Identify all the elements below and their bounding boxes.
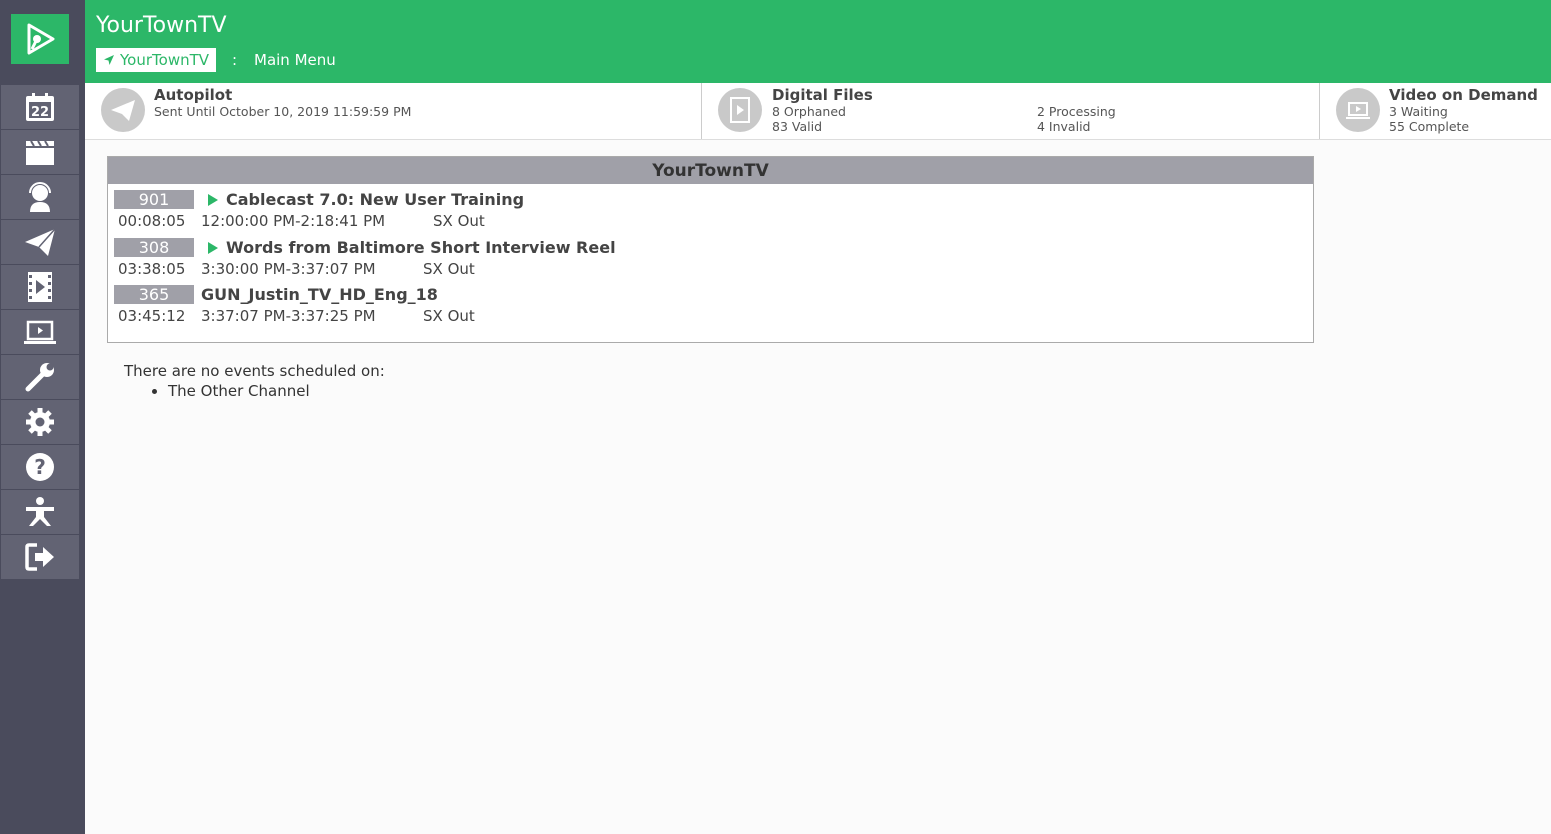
laptop-play-icon (24, 320, 56, 344)
vod-waiting: 3 Waiting (1389, 104, 1448, 119)
svg-text:?: ? (34, 455, 46, 479)
no-events-channel-list: The Other Channel (124, 382, 385, 400)
no-events-channel: The Other Channel (168, 382, 385, 400)
event-title: GUN_Justin_TV_HD_Eng_18 (201, 285, 438, 304)
vod-title: Video on Demand (1389, 86, 1538, 104)
sidebar-item-vod[interactable] (1, 310, 79, 354)
breadcrumb-current: Main Menu (254, 51, 336, 69)
event-title-link[interactable]: GUN_Justin_TV_HD_Eng_18 (201, 285, 438, 304)
sidebar-item-admin[interactable] (1, 490, 79, 534)
help-icon: ? (26, 453, 54, 481)
digital-files-status-icon (718, 88, 762, 132)
event-number: 308 (114, 238, 194, 257)
calendar-day: 22 (31, 105, 49, 120)
wrench-icon (25, 363, 54, 392)
channel-name: YourTownTV (108, 157, 1313, 184)
event-duration: 03:38:05 (118, 260, 186, 278)
vod-complete: 55 Complete (1389, 119, 1470, 134)
film-play-icon (730, 97, 750, 123)
headset-user-icon (29, 182, 51, 212)
sidebar-item-sign-out[interactable] (1, 535, 79, 579)
digital-files-title: Digital Files (772, 86, 873, 104)
sidebar-item-digital-files[interactable] (1, 265, 79, 309)
play-logo-icon (27, 23, 55, 55)
breadcrumb-separator: : (232, 51, 238, 69)
digital-files-valid: 83 Valid (772, 119, 822, 134)
admin-person-icon (26, 497, 54, 526)
event-number: 901 (114, 190, 194, 209)
event-title: Words from Baltimore Short Interview Ree… (226, 238, 616, 257)
sidebar-nav: 22 ? (1, 85, 79, 580)
breadcrumb-home[interactable]: YourTownTV (96, 48, 217, 72)
film-play-icon (28, 272, 52, 302)
calendar-icon: 22 (26, 93, 54, 121)
sidebar-item-shows[interactable] (1, 130, 79, 174)
laptop-play-icon (1346, 102, 1370, 119)
event-number: 365 (114, 285, 194, 304)
event-title-link[interactable]: Words from Baltimore Short Interview Ree… (208, 238, 616, 257)
event-time-range: 3:37:07 PM-3:37:25 PM (201, 307, 376, 325)
location-arrow-icon (104, 55, 114, 65)
gear-icon (26, 408, 54, 436)
sidebar: 22 ? (0, 0, 85, 834)
breadcrumb-home-label: YourTownTV (120, 51, 210, 69)
sidebar-item-schedule[interactable]: 22 (1, 85, 79, 129)
event-duration: 00:08:05 (118, 212, 186, 230)
sidebar-item-tools[interactable] (1, 355, 79, 399)
paper-plane-icon (111, 100, 135, 121)
event-time-range: 3:30:00 PM-3:37:07 PM (201, 260, 376, 278)
event-duration: 03:45:12 (118, 307, 186, 325)
event-title: Cablecast 7.0: New User Training (226, 190, 525, 209)
clapperboard-icon (26, 140, 54, 165)
digital-files-orphaned: 8 Orphaned (772, 104, 846, 119)
paper-plane-icon (25, 228, 56, 256)
sidebar-item-support[interactable] (1, 175, 79, 219)
app-logo[interactable] (11, 14, 69, 64)
play-icon (208, 241, 218, 254)
sign-out-icon (25, 543, 54, 571)
play-icon (208, 193, 218, 206)
event-output: SX Out (423, 307, 475, 325)
channel-schedule: YourTownTV 901 Cablecast 7.0: New User T… (107, 156, 1314, 343)
event-time-range: 12:00:00 PM-2:18:41 PM (201, 212, 386, 230)
vod-status-icon (1336, 88, 1380, 132)
vod-panel[interactable]: Video on Demand 3 Waiting 55 Complete (1320, 83, 1551, 139)
event-title-link[interactable]: Cablecast 7.0: New User Training (208, 190, 524, 209)
digital-files-processing: 2 Processing (1037, 104, 1116, 119)
no-events-message: There are no events scheduled on: (124, 362, 385, 380)
autopilot-panel[interactable]: Autopilot Sent Until October 10, 2019 11… (85, 83, 701, 139)
autopilot-sent-until: Sent Until October 10, 2019 11:59:59 PM (154, 104, 412, 119)
digital-files-panel[interactable]: Digital Files 8 Orphaned 83 Valid 2 Proc… (702, 83, 1319, 139)
sidebar-item-help[interactable]: ? (1, 445, 79, 489)
sidebar-item-autopilot[interactable] (1, 220, 79, 264)
event-output: SX Out (433, 212, 485, 230)
app-title: YourTownTV (96, 13, 227, 38)
status-bar: Autopilot Sent Until October 10, 2019 11… (85, 83, 1551, 140)
sidebar-item-settings[interactable] (1, 400, 79, 444)
autopilot-title: Autopilot (154, 86, 233, 104)
no-events-notice: There are no events scheduled on: The Ot… (124, 362, 385, 400)
autopilot-status-icon (101, 88, 145, 132)
top-header: YourTownTV YourTownTV : Main Menu (85, 0, 1551, 83)
digital-files-invalid: 4 Invalid (1037, 119, 1091, 134)
event-output: SX Out (423, 260, 475, 278)
